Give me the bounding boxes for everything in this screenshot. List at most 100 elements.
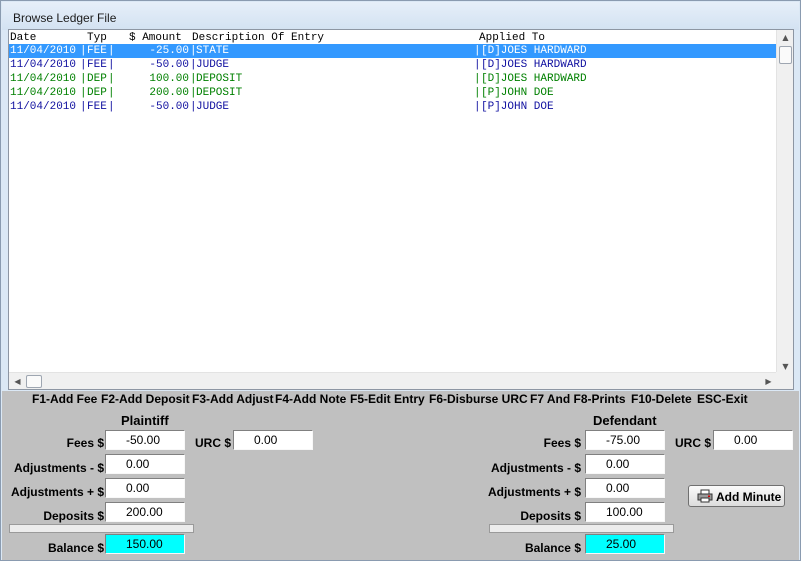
title-bar: Browse Ledger File xyxy=(2,2,799,30)
plaintiff-deposits-field[interactable]: 200.00 xyxy=(105,502,185,522)
key-hint-f4: F4-Add Note xyxy=(275,392,347,406)
table-row[interactable]: 11/04/2010 | FEE | -25.00 | STATE | [D]JOES HARD… xyxy=(9,44,777,58)
defendant-fees-label: Fees $ xyxy=(543,436,581,450)
cell-date: 11/04/2010 xyxy=(10,87,77,99)
column-separator: | xyxy=(474,87,481,99)
column-separator: | xyxy=(474,59,481,71)
window-title: Browse Ledger File xyxy=(13,11,117,25)
column-separator: | xyxy=(108,59,115,71)
table-row[interactable]: 11/04/2010 | DEP | 100.00 | DEPOSIT | [D]JOES HA… xyxy=(9,72,777,86)
plaintiff-adjustments-plus-field[interactable]: 0.00 xyxy=(105,478,185,498)
cell-amount: -50.00 xyxy=(149,59,189,71)
key-hint-f10: F10-Delete xyxy=(631,392,692,406)
defendant-urc-field[interactable]: 0.00 xyxy=(713,430,793,450)
cell-typ: FEE xyxy=(87,59,107,71)
cell-description: STATE xyxy=(196,45,230,57)
cell-typ: DEP xyxy=(87,73,107,85)
plaintiff-title: Plaintiff xyxy=(121,413,169,428)
plaintiff-adjustments-minus-label: Adjustments - $ xyxy=(13,461,104,475)
plaintiff-urc-field[interactable]: 0.00 xyxy=(233,430,313,450)
cell-description: DEPOSIT xyxy=(196,73,243,85)
defendant-balance-label: Balance $ xyxy=(524,541,581,555)
horizontal-scrollbar[interactable]: ◀ ▶ xyxy=(9,372,777,389)
cell-description: DEPOSIT xyxy=(196,87,243,99)
key-hint-f6: F6-Disburse URC xyxy=(429,392,528,406)
column-separator: | xyxy=(80,87,87,99)
column-header-description: Description Of Entry xyxy=(192,32,325,44)
cell-date: 11/04/2010 xyxy=(10,101,77,113)
scroll-up-arrow-icon[interactable]: ▲ xyxy=(777,30,793,45)
cell-typ: FEE xyxy=(87,45,107,57)
key-hint-f2: F2-Add Deposit xyxy=(101,392,190,406)
key-hint-f1: F1-Add Fee xyxy=(32,392,98,406)
cell-typ: FEE xyxy=(87,101,107,113)
plaintiff-separator xyxy=(9,524,194,533)
column-separator: | xyxy=(108,101,115,113)
column-header-applied-to: Applied To xyxy=(479,32,546,44)
column-separator: | xyxy=(80,73,87,85)
table-row[interactable]: 11/04/2010 | DEP | 200.00 | DEPOSIT | [P]JOHN DO… xyxy=(9,86,777,100)
cell-applied: [D]JOES HARDWARD xyxy=(481,45,587,57)
plaintiff-adjustments-minus-field[interactable]: 0.00 xyxy=(105,454,185,474)
column-separator: | xyxy=(80,59,87,71)
add-minute-button-label: Add Minute xyxy=(716,490,782,504)
key-hint-f5: F5-Edit Entry xyxy=(350,392,425,406)
defendant-title: Defendant xyxy=(593,413,657,428)
key-hint-esc: ESC-Exit xyxy=(697,392,748,406)
column-separator: | xyxy=(108,87,115,99)
defendant-adjustments-minus-field[interactable]: 0.00 xyxy=(585,454,665,474)
scrollbar-corner xyxy=(776,372,793,389)
cell-description: JUDGE xyxy=(196,59,230,71)
defendant-deposits-field[interactable]: 100.00 xyxy=(585,502,665,522)
cell-date: 11/04/2010 xyxy=(10,45,77,57)
defendant-fees-field[interactable]: -75.00 xyxy=(585,430,665,450)
plaintiff-adjustments-plus-label: Adjustments + $ xyxy=(10,485,104,499)
plaintiff-deposits-label: Deposits $ xyxy=(43,509,104,523)
add-minute-button[interactable]: Add Minute xyxy=(688,485,785,507)
scroll-left-arrow-icon[interactable]: ◀ xyxy=(9,374,26,389)
cell-applied: [D]JOES HARDWARD xyxy=(481,59,587,71)
ledger-list[interactable]: Date Typ $ Amount Description Of Entry A… xyxy=(8,29,794,390)
cell-amount: -50.00 xyxy=(149,101,189,113)
column-separator: | xyxy=(474,73,481,85)
column-separator: | xyxy=(80,45,87,57)
column-header-amount: $ Amount xyxy=(129,32,182,44)
cell-amount: -25.00 xyxy=(149,45,189,57)
horizontal-scroll-thumb[interactable] xyxy=(26,375,42,388)
printer-icon xyxy=(697,489,713,503)
defendant-adjustments-plus-label: Adjustments + $ xyxy=(487,485,581,499)
cell-applied: [P]JOHN DOE xyxy=(481,101,554,113)
vertical-scrollbar[interactable]: ▲ ▼ xyxy=(776,30,793,374)
defendant-adjustments-plus-field[interactable]: 0.00 xyxy=(585,478,665,498)
plaintiff-urc-label: URC $ xyxy=(194,436,231,450)
column-separator: | xyxy=(80,101,87,113)
defendant-balance-field: 25.00 xyxy=(585,534,665,554)
column-header-date: Date xyxy=(10,32,37,44)
plaintiff-fees-label: Fees $ xyxy=(66,436,104,450)
cell-description: JUDGE xyxy=(196,101,230,113)
cell-amount: 200.00 xyxy=(149,87,189,99)
scroll-right-arrow-icon[interactable]: ▶ xyxy=(760,374,777,389)
vertical-scroll-thumb[interactable] xyxy=(779,46,792,64)
ledger-window: Browse Ledger File Date Typ $ Amount Des… xyxy=(0,0,801,561)
defendant-deposits-label: Deposits $ xyxy=(520,509,581,523)
column-separator: | xyxy=(474,45,481,57)
list-header: Date Typ $ Amount Description Of Entry A… xyxy=(9,30,779,44)
cell-amount: 100.00 xyxy=(149,73,189,85)
plaintiff-fees-field[interactable]: -50.00 xyxy=(105,430,185,450)
cell-date: 11/04/2010 xyxy=(10,59,77,71)
key-hint-f3: F3-Add Adjust xyxy=(192,392,274,406)
plaintiff-balance-field: 150.00 xyxy=(105,534,185,554)
function-keys-bar: F1-Add Fee F2-Add Deposit F3-Add Adjust … xyxy=(2,391,799,408)
cell-applied: [D]JOES HARDWARD xyxy=(481,73,587,85)
defendant-separator xyxy=(489,524,674,533)
table-row[interactable]: 11/04/2010 | FEE | -50.00 | JUDGE | [P]JOHN DOE xyxy=(9,100,777,114)
cell-applied: [P]JOHN DOE xyxy=(481,87,554,99)
table-row[interactable]: 11/04/2010 | FEE | -50.00 | JUDGE | [D]JOES HARD… xyxy=(9,58,777,72)
plaintiff-balance-label: Balance $ xyxy=(47,541,104,555)
column-separator: | xyxy=(108,73,115,85)
cell-date: 11/04/2010 xyxy=(10,73,77,85)
column-separator: | xyxy=(474,101,481,113)
defendant-urc-label: URC $ xyxy=(674,436,711,450)
column-header-typ: Typ xyxy=(87,32,107,44)
